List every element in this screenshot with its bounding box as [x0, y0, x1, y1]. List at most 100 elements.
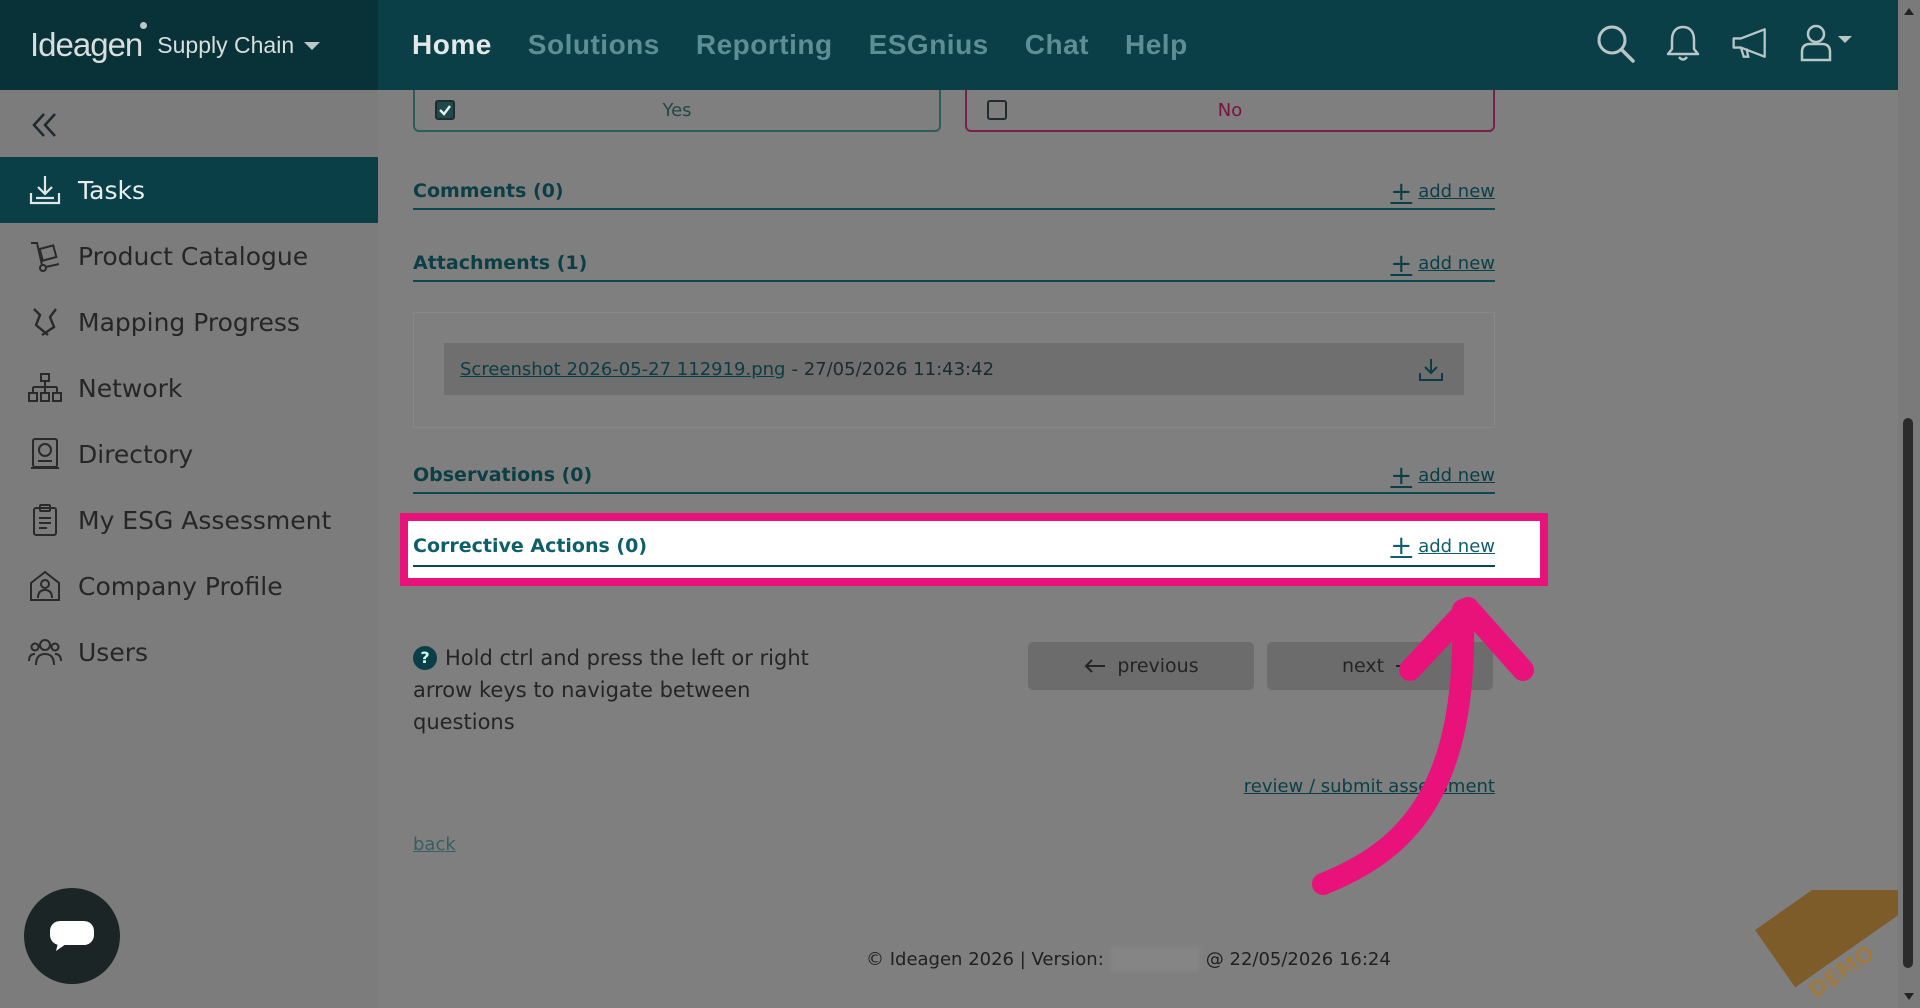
main-content: Yes No Comments (0) + add new Attachments… [378, 90, 1898, 1008]
nav-chat[interactable]: Chat [1025, 29, 1089, 61]
add-attachment-link[interactable]: + add new [1390, 248, 1495, 279]
add-new-label: add new [1418, 181, 1495, 202]
answer-yes-option[interactable]: Yes [413, 90, 941, 132]
sidebar-item-users[interactable]: Users [0, 619, 378, 685]
header-actions [1594, 22, 1854, 64]
arrow-right-icon [1396, 659, 1417, 673]
sidebar-item-mapping-progress[interactable]: Mapping Progress [0, 289, 378, 355]
download-tray-icon [29, 176, 61, 205]
sidebar-item-company-profile[interactable]: Company Profile [0, 553, 378, 619]
directory-icon [31, 438, 59, 469]
brand-switcher[interactable]: Ideagen Supply Chain [0, 0, 378, 90]
sidebar-item-my-esg-assessment[interactable]: My ESG Assessment [0, 487, 378, 553]
route-icon [33, 308, 57, 336]
sidebar-item-label: Mapping Progress [78, 307, 300, 337]
sidebar-item-label: Users [78, 637, 149, 667]
brand-product-name: Supply Chain [157, 31, 295, 58]
sidebar-item-label: Company Profile [78, 571, 283, 601]
corrective-actions-title: Corrective Actions (0) [413, 535, 648, 557]
next-button[interactable]: next [1267, 642, 1493, 690]
previous-label: previous [1117, 655, 1199, 677]
add-observation-link[interactable]: + add new [1390, 460, 1495, 491]
sidebar-item-label: Network [78, 373, 183, 403]
sidebar-item-product-catalogue[interactable]: Product Catalogue [0, 223, 378, 289]
nav-reporting[interactable]: Reporting [696, 29, 833, 61]
next-label: next [1341, 655, 1385, 677]
collapse-sidebar-icon[interactable] [30, 110, 60, 140]
scroll-down-icon[interactable] [1904, 993, 1914, 1000]
answer-no-option[interactable]: No [965, 90, 1495, 132]
yes-checkbox[interactable] [435, 100, 455, 120]
download-icon[interactable] [1418, 357, 1444, 383]
navigation-hint: ? Hold ctrl and press the left or right a… [413, 642, 843, 738]
attachments-list: Screenshot 2026-05-27 112919.png - 27/05… [413, 312, 1495, 428]
observations-section-header: Observations (0) + add new [413, 458, 1495, 494]
plus-icon: + [1390, 248, 1413, 279]
version-redacted [1109, 946, 1200, 972]
comments-title: Comments (0) [413, 180, 564, 202]
nav-help[interactable]: Help [1125, 29, 1188, 61]
sidebar: Tasks Product Catalogue Mapping Progress… [0, 90, 378, 1008]
nav-solutions[interactable]: Solutions [528, 29, 660, 61]
plus-icon: + [1390, 460, 1413, 491]
observations-title: Observations (0) [413, 464, 593, 486]
sidebar-item-label: My ESG Assessment [78, 505, 332, 535]
attachment-file-link[interactable]: Screenshot 2026-05-27 112919.png [460, 359, 786, 380]
building-icon [30, 570, 60, 601]
sidebar-menu: Tasks Product Catalogue Mapping Progress… [0, 157, 378, 685]
brand-logo-dot [140, 21, 148, 29]
add-new-label: add new [1418, 465, 1495, 486]
attachments-title: Attachments (1) [413, 252, 588, 274]
sidebar-item-label: Directory [78, 439, 194, 469]
attachment-item: Screenshot 2026-05-27 112919.png - 27/05… [444, 343, 1464, 395]
yes-label: Yes [662, 99, 692, 121]
hand-truck-icon [31, 242, 60, 272]
plus-icon: + [1390, 176, 1413, 207]
sidebar-item-label: Tasks [78, 175, 145, 205]
no-label: No [1217, 99, 1243, 121]
corrective-actions-section-header: Corrective Actions (0) + add new [413, 527, 1495, 567]
nav-home[interactable]: Home [412, 29, 492, 61]
scroll-up-icon[interactable] [1904, 8, 1914, 15]
attachments-section-header: Attachments (1) + add new [413, 246, 1495, 282]
comments-section-header: Comments (0) + add new [413, 174, 1495, 210]
add-comment-link[interactable]: + add new [1390, 176, 1495, 207]
page-scrollbar[interactable] [1898, 0, 1920, 1008]
plus-icon: + [1390, 531, 1413, 561]
sidebar-item-network[interactable]: Network [0, 355, 378, 421]
demo-ribbon: DEMO [1745, 890, 1905, 1008]
add-new-label: add new [1418, 253, 1495, 274]
brand-logo: Ideagen [30, 26, 143, 63]
footer-date: @ 22/05/2026 16:24 [1205, 948, 1391, 970]
check-icon [439, 105, 451, 116]
bell-icon[interactable] [1662, 22, 1704, 64]
search-icon[interactable] [1594, 22, 1636, 64]
review-submit-link[interactable]: review / submit assessment [1238, 776, 1495, 797]
help-icon: ? [413, 646, 437, 670]
corrective-actions-highlight: Corrective Actions (0) + add new [400, 513, 1548, 586]
no-checkbox[interactable] [987, 100, 1007, 120]
megaphone-icon[interactable] [1730, 22, 1772, 64]
footer: © Ideagen 2026 | Version: @ 22/05/2026 1… [866, 946, 1391, 972]
chat-icon [50, 921, 94, 951]
main-nav: Home Solutions Reporting ESGnius Chat He… [412, 0, 1188, 90]
sidebar-item-label: Product Catalogue [78, 241, 309, 271]
user-menu-icon[interactable] [1798, 22, 1854, 64]
scrollbar-thumb[interactable] [1903, 418, 1913, 968]
sidebar-item-directory[interactable]: Directory [0, 421, 378, 487]
network-icon [28, 373, 62, 402]
previous-button[interactable]: previous [1028, 642, 1254, 690]
sidebar-item-tasks[interactable]: Tasks [0, 157, 378, 223]
add-new-label: add new [1418, 535, 1495, 557]
back-link[interactable]: back [413, 834, 456, 855]
arrow-left-icon [1084, 659, 1106, 673]
caret-down-icon [304, 42, 321, 50]
hint-text: Hold ctrl and press the left or right ar… [413, 646, 809, 734]
users-icon [28, 639, 62, 666]
nav-esgnius[interactable]: ESGnius [869, 29, 989, 61]
footer-copyright: © Ideagen 2026 | Version: [866, 948, 1104, 970]
top-navbar: Ideagen Supply Chain Home Solutions Repo… [0, 0, 1898, 90]
chat-launcher-button[interactable] [24, 888, 120, 984]
add-corrective-action-link[interactable]: + add new [1390, 531, 1495, 561]
clipboard-icon [33, 504, 57, 536]
